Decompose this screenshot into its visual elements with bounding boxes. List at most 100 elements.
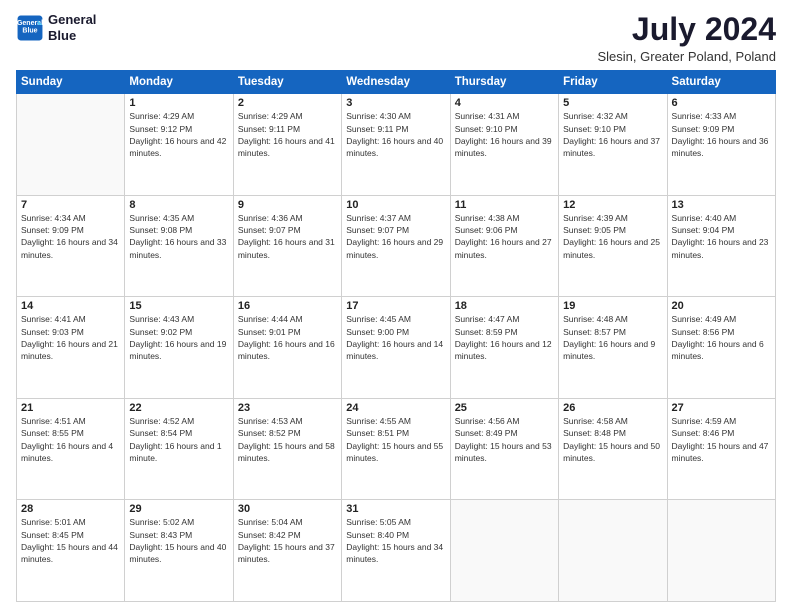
day-number: 4 bbox=[455, 97, 554, 109]
day-number: 17 bbox=[346, 300, 445, 312]
calendar-cell-w4-d5: 25Sunrise: 4:56 AM Sunset: 8:49 PM Dayli… bbox=[450, 398, 558, 500]
sun-info: Sunrise: 4:31 AM Sunset: 9:10 PM Dayligh… bbox=[455, 110, 554, 159]
col-wednesday: Wednesday bbox=[342, 71, 450, 94]
sun-info: Sunrise: 4:39 AM Sunset: 9:05 PM Dayligh… bbox=[563, 212, 662, 261]
calendar-cell-w5-d2: 29Sunrise: 5:02 AM Sunset: 8:43 PM Dayli… bbox=[125, 500, 233, 602]
sun-info: Sunrise: 4:29 AM Sunset: 9:11 PM Dayligh… bbox=[238, 110, 337, 159]
calendar-cell-w3-d2: 15Sunrise: 4:43 AM Sunset: 9:02 PM Dayli… bbox=[125, 297, 233, 399]
col-saturday: Saturday bbox=[667, 71, 775, 94]
day-number: 28 bbox=[21, 503, 120, 515]
day-number: 13 bbox=[672, 199, 771, 211]
logo-text: General Blue bbox=[48, 12, 96, 43]
day-number: 31 bbox=[346, 503, 445, 515]
sun-info: Sunrise: 4:38 AM Sunset: 9:06 PM Dayligh… bbox=[455, 212, 554, 261]
calendar-cell-w3-d1: 14Sunrise: 4:41 AM Sunset: 9:03 PM Dayli… bbox=[17, 297, 125, 399]
day-number: 16 bbox=[238, 300, 337, 312]
day-number: 9 bbox=[238, 199, 337, 211]
location: Slesin, Greater Poland, Poland bbox=[598, 49, 777, 64]
sun-info: Sunrise: 4:29 AM Sunset: 9:12 PM Dayligh… bbox=[129, 110, 228, 159]
day-number: 19 bbox=[563, 300, 662, 312]
day-number: 22 bbox=[129, 402, 228, 414]
logo-line2: Blue bbox=[48, 28, 96, 44]
day-number: 7 bbox=[21, 199, 120, 211]
sun-info: Sunrise: 5:02 AM Sunset: 8:43 PM Dayligh… bbox=[129, 516, 228, 565]
calendar-cell-w4-d2: 22Sunrise: 4:52 AM Sunset: 8:54 PM Dayli… bbox=[125, 398, 233, 500]
calendar-cell-w1-d2: 1Sunrise: 4:29 AM Sunset: 9:12 PM Daylig… bbox=[125, 94, 233, 196]
sun-info: Sunrise: 4:55 AM Sunset: 8:51 PM Dayligh… bbox=[346, 415, 445, 464]
calendar-cell-w2-d4: 10Sunrise: 4:37 AM Sunset: 9:07 PM Dayli… bbox=[342, 195, 450, 297]
sun-info: Sunrise: 4:56 AM Sunset: 8:49 PM Dayligh… bbox=[455, 415, 554, 464]
week-row-1: 1Sunrise: 4:29 AM Sunset: 9:12 PM Daylig… bbox=[17, 94, 776, 196]
day-number: 21 bbox=[21, 402, 120, 414]
sun-info: Sunrise: 4:41 AM Sunset: 9:03 PM Dayligh… bbox=[21, 313, 120, 362]
logo-icon: General Blue bbox=[16, 14, 44, 42]
svg-text:Blue: Blue bbox=[22, 27, 37, 34]
col-sunday: Sunday bbox=[17, 71, 125, 94]
calendar-cell-w5-d7 bbox=[667, 500, 775, 602]
calendar-cell-w5-d5 bbox=[450, 500, 558, 602]
day-number: 5 bbox=[563, 97, 662, 109]
sun-info: Sunrise: 4:34 AM Sunset: 9:09 PM Dayligh… bbox=[21, 212, 120, 261]
sun-info: Sunrise: 4:47 AM Sunset: 8:59 PM Dayligh… bbox=[455, 313, 554, 362]
day-number: 30 bbox=[238, 503, 337, 515]
day-number: 26 bbox=[563, 402, 662, 414]
day-number: 12 bbox=[563, 199, 662, 211]
sun-info: Sunrise: 5:05 AM Sunset: 8:40 PM Dayligh… bbox=[346, 516, 445, 565]
day-number: 3 bbox=[346, 97, 445, 109]
col-tuesday: Tuesday bbox=[233, 71, 341, 94]
calendar-cell-w2-d3: 9Sunrise: 4:36 AM Sunset: 9:07 PM Daylig… bbox=[233, 195, 341, 297]
day-number: 18 bbox=[455, 300, 554, 312]
day-number: 24 bbox=[346, 402, 445, 414]
sun-info: Sunrise: 4:49 AM Sunset: 8:56 PM Dayligh… bbox=[672, 313, 771, 362]
calendar-cell-w2-d6: 12Sunrise: 4:39 AM Sunset: 9:05 PM Dayli… bbox=[559, 195, 667, 297]
calendar-cell-w3-d4: 17Sunrise: 4:45 AM Sunset: 9:00 PM Dayli… bbox=[342, 297, 450, 399]
sun-info: Sunrise: 4:40 AM Sunset: 9:04 PM Dayligh… bbox=[672, 212, 771, 261]
sun-info: Sunrise: 4:48 AM Sunset: 8:57 PM Dayligh… bbox=[563, 313, 662, 362]
calendar-cell-w4-d3: 23Sunrise: 4:53 AM Sunset: 8:52 PM Dayli… bbox=[233, 398, 341, 500]
sun-info: Sunrise: 5:01 AM Sunset: 8:45 PM Dayligh… bbox=[21, 516, 120, 565]
calendar-cell-w1-d3: 2Sunrise: 4:29 AM Sunset: 9:11 PM Daylig… bbox=[233, 94, 341, 196]
calendar-cell-w5-d1: 28Sunrise: 5:01 AM Sunset: 8:45 PM Dayli… bbox=[17, 500, 125, 602]
calendar-cell-w5-d4: 31Sunrise: 5:05 AM Sunset: 8:40 PM Dayli… bbox=[342, 500, 450, 602]
header: General Blue General Blue July 2024 Sles… bbox=[16, 12, 776, 64]
logo-line1: General bbox=[48, 12, 96, 28]
calendar-cell-w3-d3: 16Sunrise: 4:44 AM Sunset: 9:01 PM Dayli… bbox=[233, 297, 341, 399]
title-block: July 2024 Slesin, Greater Poland, Poland bbox=[598, 12, 777, 64]
day-number: 29 bbox=[129, 503, 228, 515]
col-friday: Friday bbox=[559, 71, 667, 94]
col-thursday: Thursday bbox=[450, 71, 558, 94]
day-number: 25 bbox=[455, 402, 554, 414]
day-number: 14 bbox=[21, 300, 120, 312]
day-number: 11 bbox=[455, 199, 554, 211]
page: General Blue General Blue July 2024 Sles… bbox=[0, 0, 792, 612]
sun-info: Sunrise: 4:59 AM Sunset: 8:46 PM Dayligh… bbox=[672, 415, 771, 464]
day-number: 6 bbox=[672, 97, 771, 109]
week-row-5: 28Sunrise: 5:01 AM Sunset: 8:45 PM Dayli… bbox=[17, 500, 776, 602]
sun-info: Sunrise: 4:45 AM Sunset: 9:00 PM Dayligh… bbox=[346, 313, 445, 362]
calendar-cell-w4-d4: 24Sunrise: 4:55 AM Sunset: 8:51 PM Dayli… bbox=[342, 398, 450, 500]
sun-info: Sunrise: 4:32 AM Sunset: 9:10 PM Dayligh… bbox=[563, 110, 662, 159]
day-number: 2 bbox=[238, 97, 337, 109]
calendar-header-row: Sunday Monday Tuesday Wednesday Thursday… bbox=[17, 71, 776, 94]
sun-info: Sunrise: 4:30 AM Sunset: 9:11 PM Dayligh… bbox=[346, 110, 445, 159]
calendar-cell-w5-d6 bbox=[559, 500, 667, 602]
sun-info: Sunrise: 4:37 AM Sunset: 9:07 PM Dayligh… bbox=[346, 212, 445, 261]
sun-info: Sunrise: 5:04 AM Sunset: 8:42 PM Dayligh… bbox=[238, 516, 337, 565]
day-number: 20 bbox=[672, 300, 771, 312]
day-number: 27 bbox=[672, 402, 771, 414]
calendar-cell-w2-d7: 13Sunrise: 4:40 AM Sunset: 9:04 PM Dayli… bbox=[667, 195, 775, 297]
sun-info: Sunrise: 4:35 AM Sunset: 9:08 PM Dayligh… bbox=[129, 212, 228, 261]
calendar-cell-w2-d1: 7Sunrise: 4:34 AM Sunset: 9:09 PM Daylig… bbox=[17, 195, 125, 297]
day-number: 15 bbox=[129, 300, 228, 312]
calendar-cell-w1-d1 bbox=[17, 94, 125, 196]
day-number: 23 bbox=[238, 402, 337, 414]
day-number: 10 bbox=[346, 199, 445, 211]
calendar-cell-w5-d3: 30Sunrise: 5:04 AM Sunset: 8:42 PM Dayli… bbox=[233, 500, 341, 602]
logo: General Blue General Blue bbox=[16, 12, 96, 43]
calendar-cell-w3-d6: 19Sunrise: 4:48 AM Sunset: 8:57 PM Dayli… bbox=[559, 297, 667, 399]
calendar-cell-w2-d5: 11Sunrise: 4:38 AM Sunset: 9:06 PM Dayli… bbox=[450, 195, 558, 297]
sun-info: Sunrise: 4:51 AM Sunset: 8:55 PM Dayligh… bbox=[21, 415, 120, 464]
calendar-table: Sunday Monday Tuesday Wednesday Thursday… bbox=[16, 70, 776, 602]
sun-info: Sunrise: 4:33 AM Sunset: 9:09 PM Dayligh… bbox=[672, 110, 771, 159]
week-row-3: 14Sunrise: 4:41 AM Sunset: 9:03 PM Dayli… bbox=[17, 297, 776, 399]
